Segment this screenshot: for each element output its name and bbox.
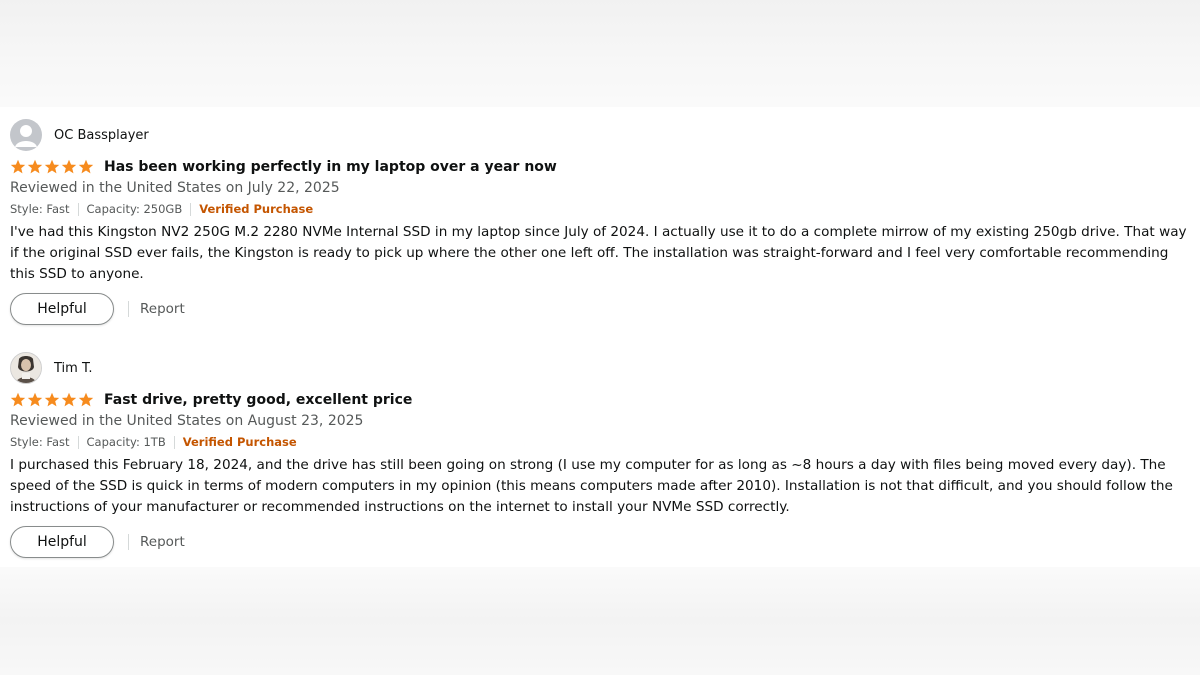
review-item: OC Bassplayer Has been working perfectly… [10,119,1195,325]
reviewer-profile[interactable]: OC Bassplayer [10,119,1195,151]
reviewer-name[interactable]: OC Bassplayer [54,128,149,143]
review-item: Tim T. Fast drive, pretty good, excellen… [10,352,1195,558]
star-icon [61,159,77,174]
capacity-label[interactable]: Capacity: 250GB [77,202,191,216]
report-link[interactable]: Report [140,301,185,317]
user-photo-avatar [10,352,42,384]
reviewer-name[interactable]: Tim T. [54,361,92,376]
verified-purchase-badge: Verified Purchase [173,435,305,449]
divider [128,534,129,550]
verified-purchase-badge: Verified Purchase [190,202,321,216]
star-icon [44,392,60,407]
star-icon [27,159,43,174]
star-icon [78,392,94,407]
star-icon [10,392,26,407]
star-icon [78,159,94,174]
capacity-label[interactable]: Capacity: 1TB [77,435,174,449]
report-link[interactable]: Report [140,534,185,550]
divider [128,301,129,317]
review-title[interactable]: Has been working perfectly in my laptop … [104,159,557,175]
reviewer-profile[interactable]: Tim T. [10,352,1195,384]
star-icon [44,159,60,174]
review-body: I purchased this February 18, 2024, and … [10,457,1173,515]
star-icon [27,392,43,407]
default-user-avatar-icon [10,119,42,151]
review-format: Style: Fast Capacity: 250GB Verified Pur… [10,200,1195,218]
review-date: Reviewed in the United States on August … [10,413,364,429]
star-rating[interactable] [10,159,94,175]
star-rating[interactable] [10,392,94,408]
review-date: Reviewed in the United States on July 22… [10,180,340,196]
star-icon [61,392,77,407]
review-format: Style: Fast Capacity: 1TB Verified Purch… [10,433,1195,451]
review-title[interactable]: Fast drive, pretty good, excellent price [104,392,412,408]
style-label[interactable]: Style: Fast [10,202,78,216]
reviews-panel: OC Bassplayer Has been working perfectly… [0,107,1200,567]
review-body: I've had this Kingston NV2 250G M.2 2280… [10,224,1187,282]
style-label[interactable]: Style: Fast [10,435,78,449]
star-icon [10,159,26,174]
helpful-button[interactable]: Helpful [10,526,114,558]
helpful-button[interactable]: Helpful [10,293,114,325]
